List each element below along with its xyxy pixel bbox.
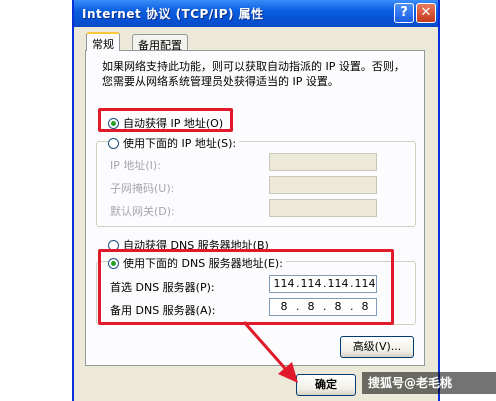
subnet-mask-field [269, 176, 377, 194]
help-button[interactable]: ? [394, 3, 414, 23]
description-line-1: 如果网络支持此功能，则可以获取自动指派的 IP 设置。否则， [102, 60, 405, 73]
description-text: 如果网络支持此功能，则可以获取自动指派的 IP 设置。否则， 您需要从网络系统管… [102, 59, 422, 89]
advanced-button[interactable]: 高级(V)... [340, 336, 414, 358]
general-tab-panel: 如果网络支持此功能，则可以获取自动指派的 IP 设置。否则， 您需要从网络系统管… [85, 50, 425, 366]
watermark: 搜狐号@老毛桃 [362, 372, 496, 394]
default-gateway-label: 默认网关(D): [110, 205, 175, 218]
manual-ip-label: 使用下面的 IP 地址(S): [123, 137, 237, 150]
tcpip-properties-window: Internet 协议 (TCP/IP) 属性 ? ✕ 常规 备用配置 如果网络… [72, 0, 440, 401]
tab-general[interactable]: 常规 [86, 32, 120, 51]
highlight-auto-ip [98, 108, 233, 132]
ip-address-field [269, 153, 377, 171]
manual-ip-radio[interactable] [108, 137, 119, 149]
window-title: Internet 协议 (TCP/IP) 属性 [82, 7, 264, 21]
manual-ip-option[interactable]: 使用下面的 IP 地址(S): [108, 135, 240, 151]
description-line-2: 您需要从网络系统管理员处获得适当的 IP 设置。 [102, 75, 339, 88]
ok-button[interactable]: 确定 [296, 374, 356, 396]
tab-alternate-config[interactable]: 备用配置 [132, 34, 188, 52]
title-bar[interactable]: Internet 协议 (TCP/IP) 属性 ? ✕ [74, 0, 438, 27]
close-button[interactable]: ✕ [416, 3, 436, 23]
subnet-mask-label: 子网掩码(U): [110, 182, 175, 195]
ip-address-label: IP 地址(I): [110, 159, 161, 172]
highlight-dns-section [98, 249, 394, 325]
default-gateway-field [269, 199, 377, 217]
